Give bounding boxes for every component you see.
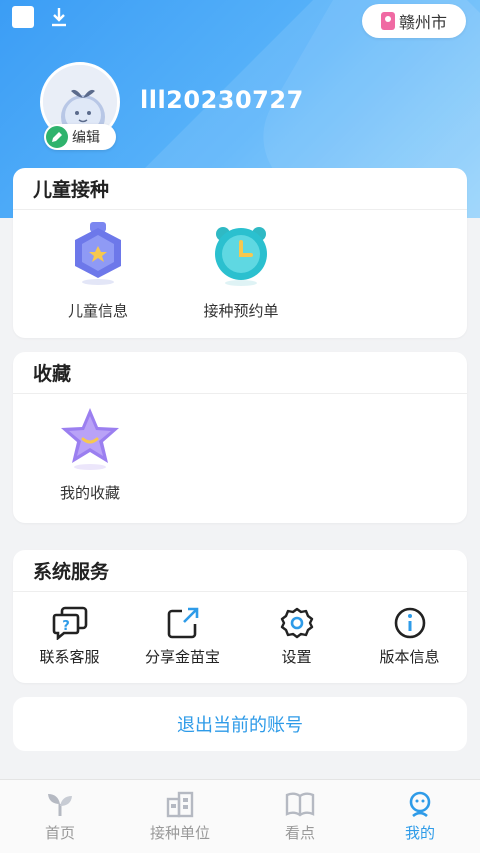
edit-profile-button[interactable]: 编辑	[44, 124, 116, 150]
section-title: 儿童接种	[13, 168, 467, 210]
section-title: 系统服务	[13, 550, 467, 592]
customer-service-label: 联系客服	[39, 648, 100, 666]
book-icon	[285, 792, 315, 817]
svg-text:?: ?	[62, 619, 70, 634]
tab-mine[interactable]: 我的	[360, 780, 480, 853]
username: lll20230727	[140, 86, 304, 114]
tab-vaccination-units[interactable]: 接种单位	[120, 780, 240, 853]
settings-label: 设置	[281, 648, 312, 666]
pencil-icon	[46, 126, 68, 148]
tab-label: 看点	[284, 824, 315, 842]
profile-icon	[409, 791, 431, 818]
tab-home[interactable]: 首页	[0, 780, 120, 853]
version-info-label: 版本信息	[379, 648, 440, 666]
appointment-item[interactable]: 接种预约单	[186, 220, 296, 321]
section-title: 收藏	[13, 352, 467, 394]
share-icon	[167, 607, 198, 639]
tab-highlights[interactable]: 看点	[240, 780, 360, 853]
child-info-label: 儿童信息	[67, 302, 128, 320]
tab-label: 接种单位	[149, 824, 210, 842]
settings-gear-icon	[280, 607, 313, 639]
appointment-clock-icon	[215, 227, 267, 286]
edit-label: 编辑	[72, 130, 100, 146]
notification-icon	[12, 6, 34, 28]
system-services-card: 系统服务 ? 联系客服 分享金苗宝 设置 版本信息	[13, 550, 467, 683]
share-item[interactable]: 分享金苗宝	[126, 606, 239, 667]
sprout-icon	[48, 794, 72, 816]
child-info-item[interactable]: 儿童信息	[43, 220, 153, 321]
status-bar-icons	[12, 6, 70, 28]
star-icon	[61, 408, 119, 470]
customer-service-icon: ?	[52, 606, 87, 640]
child-vaccination-card: 儿童接种 儿童信息 接种预约单	[13, 168, 467, 338]
appointment-label: 接种预约单	[203, 302, 279, 320]
city-selector-button[interactable]: 赣州市	[362, 4, 466, 38]
settings-item[interactable]: 设置	[240, 606, 353, 667]
location-icon	[380, 12, 395, 30]
info-icon	[394, 607, 425, 639]
favorites-card: 收藏 我的收藏	[13, 352, 467, 523]
share-label: 分享金苗宝	[144, 648, 220, 666]
child-info-badge-icon	[75, 222, 121, 285]
logout-button[interactable]: 退出当前的账号	[13, 697, 467, 751]
city-label: 赣州市	[398, 13, 447, 32]
version-info-item[interactable]: 版本信息	[353, 606, 466, 667]
my-favorites-item[interactable]: 我的收藏	[35, 404, 145, 503]
tab-label: 首页	[44, 824, 75, 842]
building-icon	[166, 791, 194, 818]
my-favorites-label: 我的收藏	[59, 484, 120, 502]
customer-service-item[interactable]: ? 联系客服	[13, 606, 126, 667]
bottom-tab-bar: 首页 接种单位 看点 我的	[0, 779, 480, 853]
tab-label: 我的	[404, 824, 435, 842]
download-icon	[52, 8, 66, 27]
